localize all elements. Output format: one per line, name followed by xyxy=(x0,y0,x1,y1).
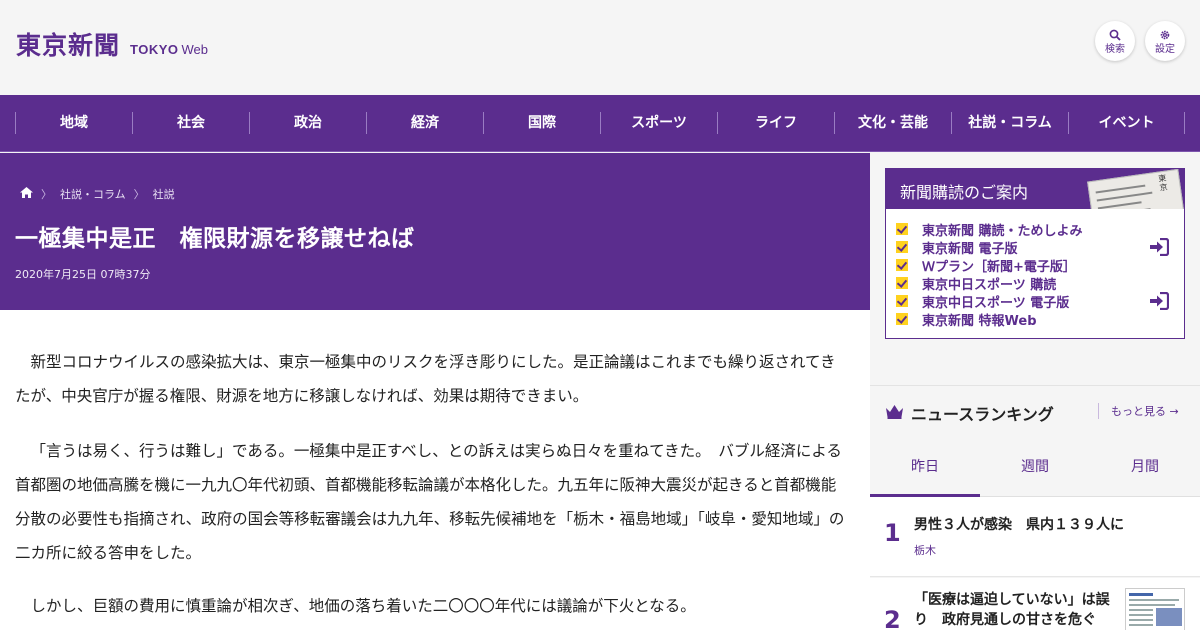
ranking-header: ニュースランキング xyxy=(885,401,1054,425)
checkbox-icon xyxy=(896,259,908,271)
login-icon[interactable] xyxy=(1149,237,1170,260)
breadcrumb-separator: 〉 xyxy=(133,188,145,201)
arrow-right-icon: → xyxy=(1169,405,1179,418)
home-icon[interactable] xyxy=(20,187,33,201)
main-nav: 地域 社会 政治 経済 国際 スポーツ ライフ 文化・芸能 社説・コラム イベン… xyxy=(0,95,1200,152)
nav-item-editorial[interactable]: 社説・コラム xyxy=(951,112,1068,134)
site-header: 東京新聞 TOKYO Web 検索 設定 xyxy=(0,0,1200,95)
rank-number: 1 xyxy=(884,519,901,547)
subscription-link[interactable]: 東京新聞 特報Web xyxy=(896,310,1083,329)
ranking-title: ニュースランキング xyxy=(911,405,1054,424)
nav-item-society[interactable]: 社会 xyxy=(132,112,249,134)
nav-item-region[interactable]: 地域 xyxy=(15,112,132,134)
checkbox-icon xyxy=(896,241,908,253)
more-link[interactable]: もっと見る → xyxy=(1098,403,1179,419)
search-icon xyxy=(1095,21,1135,41)
ranking-item-thumbnail xyxy=(1125,588,1185,630)
subscription-link[interactable]: 東京中日スポーツ 電子版 xyxy=(896,292,1083,311)
tab-monthly[interactable]: 月間 xyxy=(1090,445,1200,496)
subscription-link[interactable]: 東京中日スポーツ 購読 xyxy=(896,274,1083,293)
subscription-box: 新聞購読のご案内 東京 東京新聞 購読・ためしよみ 東京新聞 電子版 Ｗプラン［… xyxy=(885,168,1185,339)
subscription-title: 新聞購読のご案内 xyxy=(900,183,1029,202)
crown-icon xyxy=(885,404,904,423)
settings-button[interactable]: 設定 xyxy=(1145,21,1185,61)
nav-item-economy[interactable]: 経済 xyxy=(366,112,483,134)
sidebar: 新聞購読のご案内 東京 東京新聞 購読・ためしよみ 東京新聞 電子版 Ｗプラン［… xyxy=(870,153,1200,630)
breadcrumb-separator: 〉 xyxy=(41,188,52,201)
divider xyxy=(870,385,1200,386)
search-button[interactable]: 検索 xyxy=(1095,21,1135,61)
tab-yesterday[interactable]: 昨日 xyxy=(870,445,980,497)
checkbox-icon xyxy=(896,295,908,307)
nav-item-international[interactable]: 国際 xyxy=(483,112,600,134)
logo-kanji: 東京新聞 xyxy=(16,31,121,60)
gear-icon xyxy=(1145,21,1185,40)
ranking-item-title: 「医療は逼迫していない」は誤り 政府見通しの甘さを危ぐ xyxy=(914,592,1110,628)
settings-label: 設定 xyxy=(1155,44,1175,55)
newspaper-image: 東京 xyxy=(1087,169,1184,209)
subscription-link[interactable]: 東京新聞 購読・ためしよみ xyxy=(896,220,1083,239)
subscription-link[interactable]: Ｗプラン［新聞+電子版］ xyxy=(896,256,1083,275)
article-title: 一極集中是正 権限財源を移譲せねば xyxy=(15,226,415,252)
tab-weekly[interactable]: 週間 xyxy=(980,445,1090,496)
article-paragraph: しかし、巨額の費用に慎重論が相次ぎ、地価の落ち着いた二〇〇〇年代には議論が下火と… xyxy=(30,597,696,615)
nav-item-events[interactable]: イベント xyxy=(1068,112,1185,134)
checkbox-icon xyxy=(896,277,908,289)
article-paragraph: 新型コロナウイルスの感染拡大は、東京一極集中のリスクを浮き彫りにした。是正論議は… xyxy=(15,353,836,405)
logo-tokyo-web: TOKYO Web xyxy=(130,42,209,57)
checkbox-icon xyxy=(896,313,908,325)
ranking-tabs: 昨日 週間 月間 xyxy=(870,445,1200,497)
ranking-item[interactable]: 1 男性３人が感染 県内１３９人に 栃木 xyxy=(870,497,1200,577)
nav-item-culture[interactable]: 文化・芸能 xyxy=(834,112,951,134)
article-body: 新型コロナウイルスの感染拡大は、東京一極集中のリスクを浮き彫りにした。是正論議は… xyxy=(0,310,870,630)
checkbox-icon xyxy=(896,223,908,235)
breadcrumb-subsection[interactable]: 社説 xyxy=(153,186,175,202)
ranking-item-title: 男性３人が感染 県内１３９人に xyxy=(914,517,1124,533)
nav-item-sports[interactable]: スポーツ xyxy=(600,112,717,134)
subscription-link[interactable]: 東京新聞 電子版 xyxy=(896,238,1083,257)
login-icon[interactable] xyxy=(1149,291,1170,314)
article-header: 〉 社説・コラム 〉 社説 一極集中是正 権限財源を移譲せねば 2020年7月2… xyxy=(0,153,870,310)
subscription-header[interactable]: 新聞購読のご案内 東京 xyxy=(886,169,1184,209)
subscription-list: 東京新聞 購読・ためしよみ 東京新聞 電子版 Ｗプラン［新聞+電子版］ 東京中日… xyxy=(896,220,1083,329)
site-logo[interactable]: 東京新聞 TOKYO Web xyxy=(16,26,208,62)
ranking-item-tag[interactable]: 栃木 xyxy=(914,542,936,558)
rank-number: 2 xyxy=(884,606,901,630)
search-label: 検索 xyxy=(1105,44,1125,55)
article-date: 2020年7月25日 07時37分 xyxy=(15,268,151,281)
article-paragraph: 「言うは易く、行うは難し」である。一極集中是正すべし、との訴えは実らぬ日々を重ね… xyxy=(15,442,845,562)
ranking-item[interactable]: 2 「医療は逼迫していない」は誤り 政府見通しの甘さを危ぐ xyxy=(870,578,1200,630)
nav-item-life[interactable]: ライフ xyxy=(717,112,834,134)
breadcrumb-section[interactable]: 社説・コラム xyxy=(60,186,126,202)
nav-item-politics[interactable]: 政治 xyxy=(249,112,366,134)
breadcrumb: 〉 社説・コラム 〉 社説 xyxy=(20,186,175,202)
